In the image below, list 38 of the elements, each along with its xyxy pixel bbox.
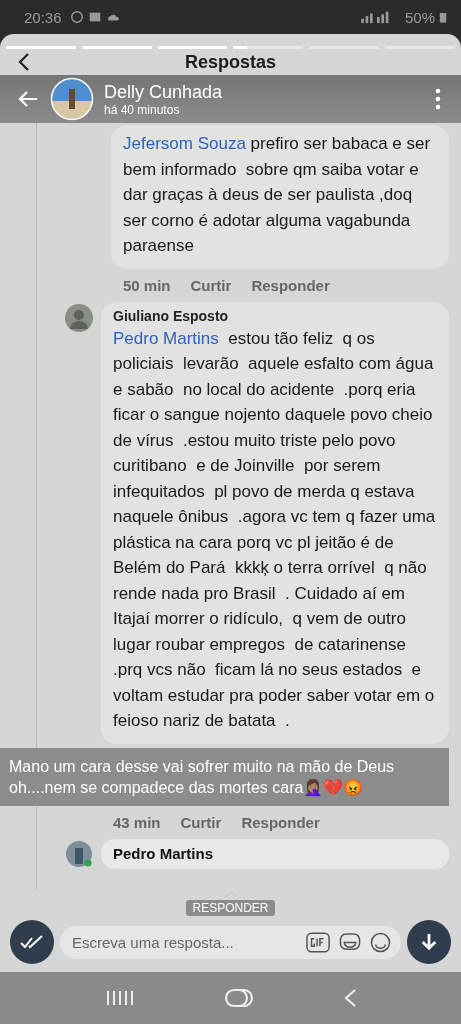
double-check-icon	[20, 934, 44, 950]
comment-time: 50 min	[123, 276, 171, 294]
reply-hint[interactable]: RESPONDER	[186, 900, 275, 916]
avatar[interactable]	[65, 303, 93, 332]
download-button[interactable]	[407, 920, 451, 964]
comment-text: Jefersom Souza prefiro ser babaca e ser bem informado sobre qm saiba votar e dar graças à deus de ser paulista ,doq ser corno é adotar alguma vagabunda paraense	[123, 133, 432, 257]
reply-author: Pedro Martins	[113, 844, 214, 862]
emoji-icon[interactable]	[370, 931, 391, 953]
comment-action[interactable]: Curtir	[190, 276, 232, 294]
comment-author[interactable]: Giuliano Esposto	[113, 307, 437, 324]
mention-link[interactable]: Pedro Martins	[113, 328, 219, 348]
avatar[interactable]	[50, 77, 94, 121]
story-time: há 40 minutos	[104, 102, 181, 117]
download-icon	[420, 932, 438, 952]
comment-text: Pedro Martins estou tão feliz q os policiais levarão aquele esfalto com água e sabão no local do acidente .porq eria ficar o sangue nojento daquele povo cheio de vírus .estou muito triste pelo povo curitibano e de Joinville por serem infequitados pl povo de merda q estava naquele ônibus .agora vc tem q fazer uma plástica na cara porq vc pl jeitão é de Belém do Pará kkkķ o terra orrível q não rende nada pro Brasil . Cuidado aí em Itajaí morrer o ridículo, q vem de outro lugar roubar empregos de catarinense .prq vcs não ficam lá no seus estados e voltam estudar pra poder saber votar em o feioso nariz de batata .	[113, 327, 437, 732]
sticker-icon[interactable]	[338, 931, 362, 953]
caret-up-icon	[222, 891, 239, 899]
battery-icon	[439, 10, 447, 24]
story-author: Delly Cunhada	[104, 81, 224, 103]
reply-input[interactable]: Escreva uma resposta...	[70, 932, 298, 952]
page-title: Respostas	[184, 51, 276, 73]
comment-action[interactable]: Responder	[251, 276, 330, 294]
avatar[interactable]	[65, 839, 93, 868]
reply-bar[interactable]: Escreva uma resposta...	[60, 925, 401, 959]
back-icon[interactable]	[18, 52, 30, 72]
battery-level: 50%	[404, 8, 435, 26]
mention-link[interactable]: Jefersom Souza	[123, 134, 246, 153]
comment-time: 43 min	[113, 813, 161, 831]
recent-apps-icon[interactable]	[104, 989, 135, 1007]
clock-time: 20:36	[24, 8, 62, 26]
story-caption: Mano um cara desse vai sofrer muito na mão de Deus oh....nem se compadece das mortes cara🤦🏽‍♀💔😡	[0, 747, 449, 806]
comment-action[interactable]: Curtir	[180, 813, 222, 831]
home-icon[interactable]	[223, 988, 254, 1008]
read-check-button[interactable]	[10, 920, 54, 964]
comment-action[interactable]: Responder	[241, 813, 320, 831]
gif-icon[interactable]	[306, 931, 330, 953]
reply-preview[interactable]: Pedro Martins	[101, 838, 449, 869]
more-icon[interactable]	[435, 88, 441, 110]
